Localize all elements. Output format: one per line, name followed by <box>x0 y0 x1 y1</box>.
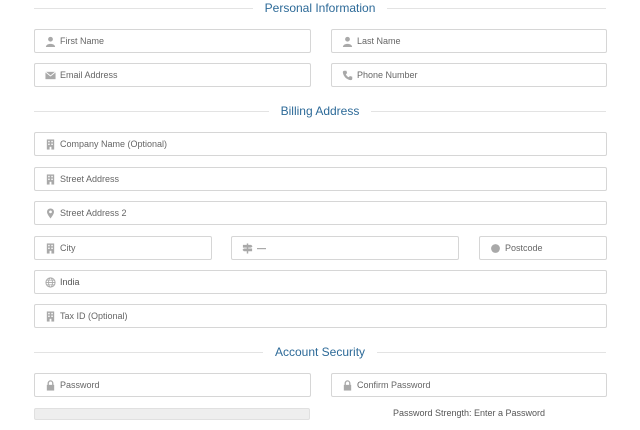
divider <box>387 7 607 9</box>
tax-id-field[interactable] <box>34 304 607 328</box>
company-name-input[interactable] <box>60 134 606 154</box>
last-name-field[interactable] <box>331 29 607 53</box>
city-field[interactable] <box>34 236 212 260</box>
password-strength-text: Password Strength: Enter a Password <box>392 408 546 418</box>
person-icon <box>341 35 353 47</box>
circle-icon <box>489 242 501 254</box>
envelope-icon <box>44 69 56 81</box>
globe-icon <box>44 276 56 288</box>
company-name-field[interactable] <box>34 132 607 156</box>
signpost-icon <box>241 242 253 254</box>
country-select[interactable] <box>34 270 607 294</box>
email-input[interactable] <box>60 65 310 85</box>
divider <box>377 351 607 353</box>
password-field[interactable] <box>34 373 311 397</box>
section-title: Account Security <box>274 345 366 359</box>
street-address-input[interactable] <box>60 169 606 189</box>
divider <box>34 110 269 112</box>
map-pin-icon <box>44 207 56 219</box>
country-value[interactable] <box>60 272 606 292</box>
lock-icon <box>341 379 353 391</box>
street-address-2-field[interactable] <box>34 201 607 225</box>
building-icon <box>44 242 56 254</box>
section-personal-information: Personal Information <box>34 0 607 16</box>
password-input[interactable] <box>60 375 310 395</box>
first-name-input[interactable] <box>60 31 310 51</box>
section-billing-address: Billing Address <box>34 103 606 119</box>
confirm-password-field[interactable] <box>331 373 607 397</box>
divider <box>371 110 606 112</box>
postcode-field[interactable] <box>479 236 607 260</box>
person-icon <box>44 35 56 47</box>
divider <box>34 7 253 9</box>
phone-field[interactable] <box>331 63 607 87</box>
section-title: Billing Address <box>280 104 360 118</box>
street-address-2-input[interactable] <box>60 203 606 223</box>
section-account-security: Account Security <box>34 344 607 360</box>
lock-icon <box>44 379 56 391</box>
phone-input[interactable] <box>357 65 606 85</box>
phone-icon <box>341 69 353 81</box>
checkout-form: Personal Information Billing Address <box>0 0 640 430</box>
state-value[interactable] <box>257 238 458 258</box>
password-strength-bar <box>34 408 310 420</box>
first-name-field[interactable] <box>34 29 311 53</box>
building-icon <box>44 173 56 185</box>
last-name-input[interactable] <box>357 31 606 51</box>
confirm-password-input[interactable] <box>357 375 606 395</box>
street-address-field[interactable] <box>34 167 607 191</box>
state-select[interactable] <box>231 236 459 260</box>
postcode-input[interactable] <box>505 238 606 258</box>
building-icon <box>44 138 56 150</box>
tax-id-input[interactable] <box>60 306 606 326</box>
building-icon <box>44 310 56 322</box>
section-title: Personal Information <box>264 1 376 15</box>
city-input[interactable] <box>60 238 211 258</box>
divider <box>34 351 263 353</box>
email-field[interactable] <box>34 63 311 87</box>
